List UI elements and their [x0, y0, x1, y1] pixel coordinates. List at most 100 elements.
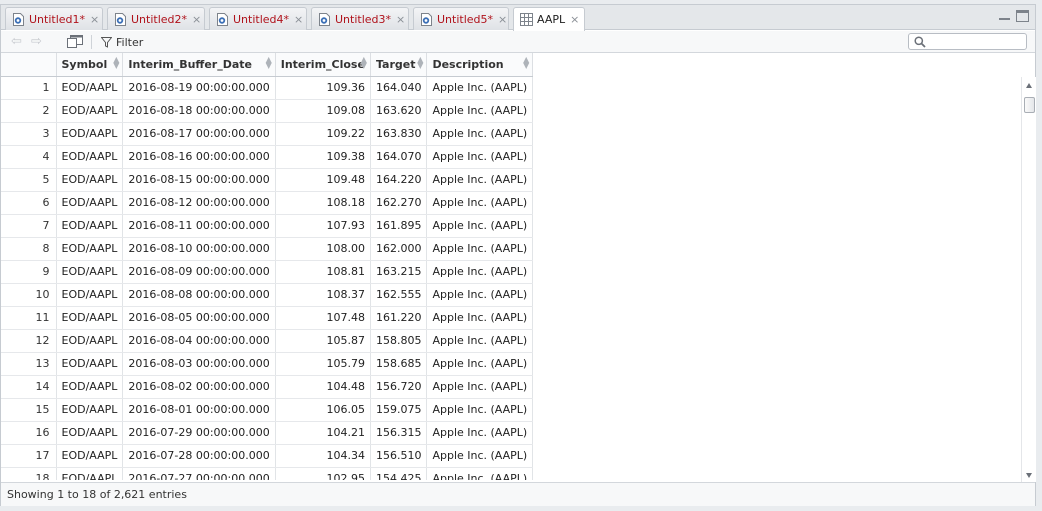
table-cell: Apple Inc. (AAPL): [426, 122, 534, 146]
column-header-label: Symbol: [61, 57, 108, 71]
table-cell: EOD/AAPL: [56, 329, 124, 353]
status-bar: Showing 1 to 18 of 2,621 entries: [1, 482, 1035, 506]
minimize-icon[interactable]: [998, 10, 1011, 22]
table-cell: EOD/AAPL: [56, 283, 124, 307]
table-row: 8 EOD/AAPL 2016-08-10 00:00:00.000 108.00 16…: [1, 237, 534, 261]
table-cell: 2016-08-12 00:00:00.000: [122, 191, 276, 215]
back-arrow-icon[interactable]: ⇦: [11, 34, 22, 49]
table-row: 13 EOD/AAPL 2016-08-03 00:00:00.000 105.79 1…: [1, 352, 534, 376]
table-cell: 109.22: [275, 122, 371, 146]
table-cell: EOD/AAPL: [56, 214, 124, 238]
table-cell: 2016-08-15 00:00:00.000: [122, 168, 276, 192]
tab-untitled1[interactable]: Untitled1* ×: [5, 7, 103, 30]
scroll-down-arrow-icon[interactable]: [1026, 473, 1032, 478]
table-cell: EOD/AAPL: [56, 191, 124, 215]
column-header-interim-buffer-date[interactable]: Interim_Buffer_Date ▲ ▼: [122, 53, 276, 77]
tab-label: AAPL: [537, 13, 566, 26]
close-icon[interactable]: ×: [570, 13, 579, 26]
search-input[interactable]: [931, 35, 1023, 48]
tab-label: Untitled5*: [437, 12, 494, 26]
row-number-cell: 2: [1, 99, 57, 123]
tab-label: Untitled2*: [131, 12, 188, 26]
search-box[interactable]: [908, 33, 1027, 50]
table-cell: 2016-08-11 00:00:00.000: [122, 214, 276, 238]
table-cell: 156.510: [370, 444, 428, 468]
row-number-cell: 12: [1, 329, 57, 353]
maximize-icon[interactable]: [1016, 10, 1029, 22]
row-number-cell: 9: [1, 260, 57, 284]
r-script-icon: [217, 12, 228, 26]
sort-arrows-icon[interactable]: ▲ ▼: [113, 56, 119, 70]
tab-untitled5[interactable]: Untitled5* ×: [413, 7, 509, 30]
close-icon[interactable]: ×: [498, 13, 507, 26]
table-cell: 161.895: [370, 214, 428, 238]
scroll-up-arrow-icon[interactable]: [1026, 83, 1032, 88]
vertical-scrollbar[interactable]: [1021, 77, 1036, 482]
r-script-icon: [319, 12, 330, 26]
table-row: 7 EOD/AAPL 2016-08-11 00:00:00.000 107.93 16…: [1, 214, 534, 238]
sort-arrows-icon[interactable]: ▲ ▼: [266, 56, 272, 70]
table-row: 4 EOD/AAPL 2016-08-16 00:00:00.000 109.38 16…: [1, 145, 534, 169]
r-script-icon: [421, 12, 432, 26]
table-cell: 2016-08-05 00:00:00.000: [122, 306, 276, 330]
table-cell: 2016-07-28 00:00:00.000: [122, 444, 276, 468]
table-cell: 163.215: [370, 260, 428, 284]
table-cell: EOD/AAPL: [56, 122, 124, 146]
data-table: Symbol ▲ ▼ Interim_Buffer_Date ▲ ▼ Interim_Clo…: [1, 53, 534, 480]
table-cell: 107.48: [275, 306, 371, 330]
table-cell: 106.05: [275, 398, 371, 422]
row-number-cell: 8: [1, 237, 57, 261]
table-row: 15 EOD/AAPL 2016-08-01 00:00:00.000 106.05 1…: [1, 398, 534, 422]
table-cell: 104.48: [275, 375, 371, 399]
table-cell: 162.270: [370, 191, 428, 215]
sort-arrows-icon[interactable]: ▲ ▼: [523, 56, 529, 70]
column-header-interim-close[interactable]: Interim_Close ▲ ▼: [275, 53, 371, 77]
table-cell: 161.220: [370, 306, 428, 330]
table-cell: Apple Inc. (AAPL): [426, 375, 534, 399]
table-icon: [520, 13, 533, 26]
table-cell: 158.685: [370, 352, 428, 376]
search-icon: [914, 36, 926, 48]
forward-arrow-icon[interactable]: ⇨: [31, 34, 42, 49]
table-cell: EOD/AAPL: [56, 76, 124, 100]
table-cell: 164.040: [370, 76, 428, 100]
table-row: 17 EOD/AAPL 2016-07-28 00:00:00.000 104.34 1…: [1, 444, 534, 468]
table-cell: EOD/AAPL: [56, 467, 124, 480]
close-icon[interactable]: ×: [396, 13, 405, 26]
table-cell: Apple Inc. (AAPL): [426, 168, 534, 192]
close-icon[interactable]: ×: [294, 13, 303, 26]
sort-arrows-icon[interactable]: ▲ ▼: [417, 56, 423, 70]
table-row: 6 EOD/AAPL 2016-08-12 00:00:00.000 108.18 16…: [1, 191, 534, 215]
row-number-cell: 17: [1, 444, 57, 468]
tab-untitled2[interactable]: Untitled2* ×: [107, 7, 205, 30]
table-header-row: Symbol ▲ ▼ Interim_Buffer_Date ▲ ▼ Interim_Clo…: [1, 53, 534, 77]
sort-arrows-icon[interactable]: ▲ ▼: [361, 56, 367, 70]
data-table-container: Symbol ▲ ▼ Interim_Buffer_Date ▲ ▼ Interim_Clo…: [1, 53, 1021, 480]
table-cell: 154.425: [370, 467, 428, 480]
table-cell: Apple Inc. (AAPL): [426, 260, 534, 284]
table-cell: 105.79: [275, 352, 371, 376]
column-header-label: Description: [432, 57, 504, 71]
column-header-target[interactable]: Target ▲ ▼: [370, 53, 428, 77]
column-header-symbol[interactable]: Symbol ▲ ▼: [56, 53, 124, 77]
tab-label: Untitled4*: [233, 12, 290, 26]
popout-window-icon[interactable]: [67, 35, 83, 48]
table-row: 16 EOD/AAPL 2016-07-29 00:00:00.000 104.21 1…: [1, 421, 534, 445]
table-cell: 109.38: [275, 145, 371, 169]
table-row: 10 EOD/AAPL 2016-08-08 00:00:00.000 108.37 1…: [1, 283, 534, 307]
close-icon[interactable]: ×: [192, 13, 201, 26]
table-cell: EOD/AAPL: [56, 99, 124, 123]
close-icon[interactable]: ×: [90, 13, 99, 26]
table-cell: 163.830: [370, 122, 428, 146]
tab-untitled4[interactable]: Untitled4* ×: [209, 7, 307, 30]
table-cell: 2016-08-18 00:00:00.000: [122, 99, 276, 123]
scrollbar-thumb[interactable]: [1024, 97, 1035, 113]
table-cell: 2016-08-01 00:00:00.000: [122, 398, 276, 422]
table-cell: 105.87: [275, 329, 371, 353]
column-header-description[interactable]: Description ▲ ▼: [426, 53, 534, 77]
tab-untitled3[interactable]: Untitled3* ×: [311, 7, 409, 30]
tab-aapl[interactable]: AAPL ×: [513, 7, 585, 31]
table-body: 1 EOD/AAPL 2016-08-19 00:00:00.000 109.36 16…: [1, 76, 534, 480]
filter-button[interactable]: Filter: [101, 34, 143, 50]
table-cell: Apple Inc. (AAPL): [426, 191, 534, 215]
